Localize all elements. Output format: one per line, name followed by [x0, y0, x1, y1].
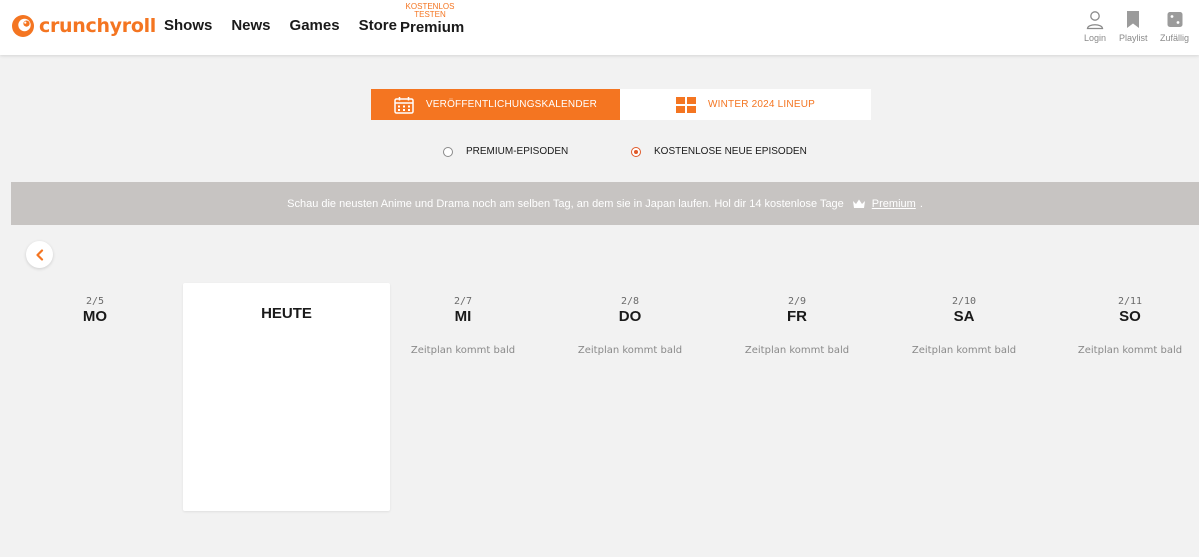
main-nav: Shows News Games Store — [164, 17, 416, 35]
day-status: Zeitplan kommt bald — [911, 345, 1017, 356]
chevron-left-icon — [35, 248, 43, 261]
day-name: MO — [82, 308, 108, 325]
day-column-mo: 2/5 MO — [35, 296, 155, 326]
premium-trial-badge-line2: TESTEN — [414, 10, 446, 19]
radio-off-icon — [443, 146, 453, 157]
day-column-fr: 2/9 FR Zeitplan kommt bald — [737, 296, 857, 356]
login-button[interactable]: Login — [1084, 10, 1106, 43]
radio-on-icon — [631, 146, 641, 157]
playlist-button[interactable]: Playlist — [1119, 10, 1148, 43]
top-header: crunchyroll Shows News Games Store KOSTE… — [0, 0, 1199, 55]
crunchyroll-logo-icon — [12, 15, 34, 37]
nav-store[interactable]: Store — [359, 17, 397, 35]
day-date: 2/11 — [1117, 296, 1143, 307]
logo-text: crunchyroll — [39, 15, 157, 37]
grid-icon — [676, 96, 697, 113]
day-date: 2/8 — [620, 296, 640, 307]
banner-premium-link[interactable]: Premium — [872, 198, 916, 210]
banner-text: Schau die neusten Anime und Drama noch a… — [287, 197, 844, 210]
nav-premium[interactable]: KOSTENLOS TESTEN Premium — [400, 3, 470, 37]
day-status: Zeitplan kommt bald — [1077, 345, 1183, 356]
today-label: HEUTE — [261, 305, 312, 322]
filter-free-episodes-label: KOSTENLOSE NEUE EPISODEN — [654, 146, 807, 157]
view-tabs: VERÖFFENTLICHUNGSKALENDER WINTER 2024 LI… — [371, 89, 871, 120]
login-label: Login — [1084, 33, 1107, 43]
episode-filter: PREMIUM-EPISODEN KOSTENLOSE NEUE EPISODE… — [0, 146, 1199, 160]
crunchyroll-logo[interactable]: crunchyroll — [11, 14, 156, 38]
tab-winter-lineup[interactable]: WINTER 2024 LINEUP — [620, 89, 871, 120]
crown-icon — [852, 199, 865, 208]
day-name: DO — [618, 308, 642, 325]
day-column-do: 2/8 DO Zeitplan kommt bald — [570, 296, 690, 356]
nav-games[interactable]: Games — [290, 17, 340, 35]
today-card: HEUTE — [183, 283, 390, 511]
premium-label: Premium — [400, 19, 465, 36]
random-label: Zufällig — [1160, 33, 1190, 43]
day-status: Zeitplan kommt bald — [577, 345, 683, 356]
day-name: FR — [787, 308, 807, 325]
filter-free-episodes[interactable]: KOSTENLOSE NEUE EPISODEN — [631, 146, 807, 157]
day-status: Zeitplan kommt bald — [410, 345, 516, 356]
premium-promo-banner: Schau die neusten Anime und Drama noch a… — [11, 182, 1199, 225]
day-date: 2/7 — [453, 296, 473, 307]
tab-winter-lineup-label: WINTER 2024 LINEUP — [708, 99, 815, 110]
day-name: SO — [1119, 308, 1141, 325]
day-name: SA — [953, 308, 975, 325]
day-column-sa: 2/10 SA Zeitplan kommt bald — [904, 296, 1024, 356]
bookmark-icon — [1127, 11, 1140, 28]
calendar-icon — [394, 96, 414, 114]
day-status: Zeitplan kommt bald — [744, 345, 850, 356]
day-date: 2/10 — [951, 296, 977, 307]
random-button[interactable]: Zufällig — [1160, 10, 1189, 43]
day-date: 2/5 — [85, 296, 105, 307]
tab-release-calendar[interactable]: VERÖFFENTLICHUNGSKALENDER — [371, 89, 620, 120]
tab-release-calendar-label: VERÖFFENTLICHUNGSKALENDER — [425, 99, 598, 110]
dice-icon — [1167, 12, 1182, 27]
user-icon — [1086, 11, 1104, 30]
nav-shows[interactable]: Shows — [164, 17, 212, 35]
day-name: MI — [454, 308, 472, 325]
day-date: 2/9 — [787, 296, 807, 307]
day-column-so: 2/11 SO Zeitplan kommt bald — [1071, 296, 1189, 356]
playlist-label: Playlist — [1119, 33, 1148, 43]
nav-news[interactable]: News — [231, 17, 270, 35]
previous-week-button[interactable] — [26, 241, 53, 268]
banner-suffix: . — [919, 197, 923, 210]
filter-premium-episodes-label: PREMIUM-EPISODEN — [466, 146, 569, 157]
day-column-mi: 2/7 MI Zeitplan kommt bald — [403, 296, 523, 356]
filter-premium-episodes[interactable]: PREMIUM-EPISODEN — [443, 146, 568, 157]
